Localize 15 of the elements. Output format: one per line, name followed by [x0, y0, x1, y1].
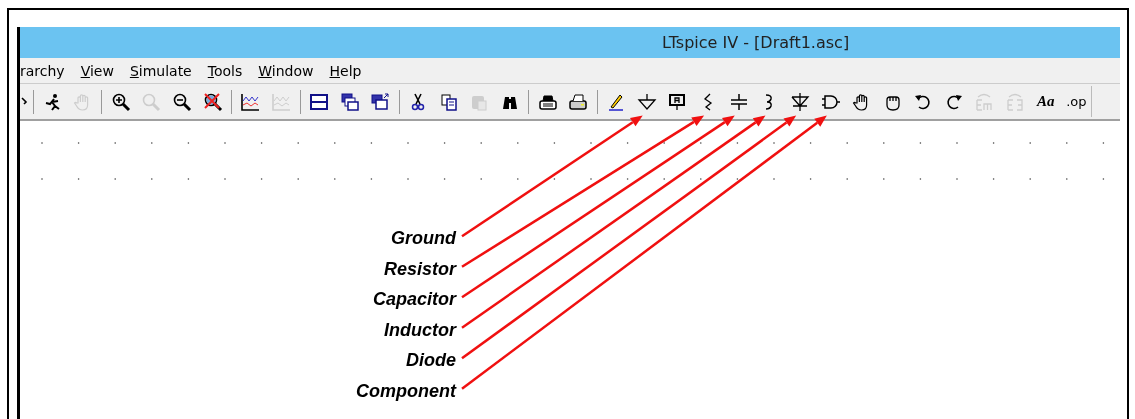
callout-label: Ground [391, 227, 456, 250]
menu-item[interactable]: Window [258, 62, 322, 79]
text-button[interactable]: .op [1061, 88, 1092, 115]
callout-label: Diode [406, 349, 456, 372]
menu-item[interactable]: Tools [207, 62, 251, 79]
menu-item[interactable]: rarchy [20, 62, 73, 79]
text-button[interactable]: Aa [1030, 88, 1061, 115]
callout-label: Resistor [383, 257, 456, 281]
callout-label: Inductor [384, 318, 456, 342]
menu-item[interactable]: Simulate [129, 62, 200, 79]
callout-label: Component [356, 379, 456, 403]
window-title: LTspice IV - [Draft1.asc] [662, 33, 850, 52]
menu-item[interactable]: View [80, 62, 122, 79]
callout-label: Capacitor [372, 288, 456, 311]
menu-item[interactable]: Help [329, 62, 370, 79]
